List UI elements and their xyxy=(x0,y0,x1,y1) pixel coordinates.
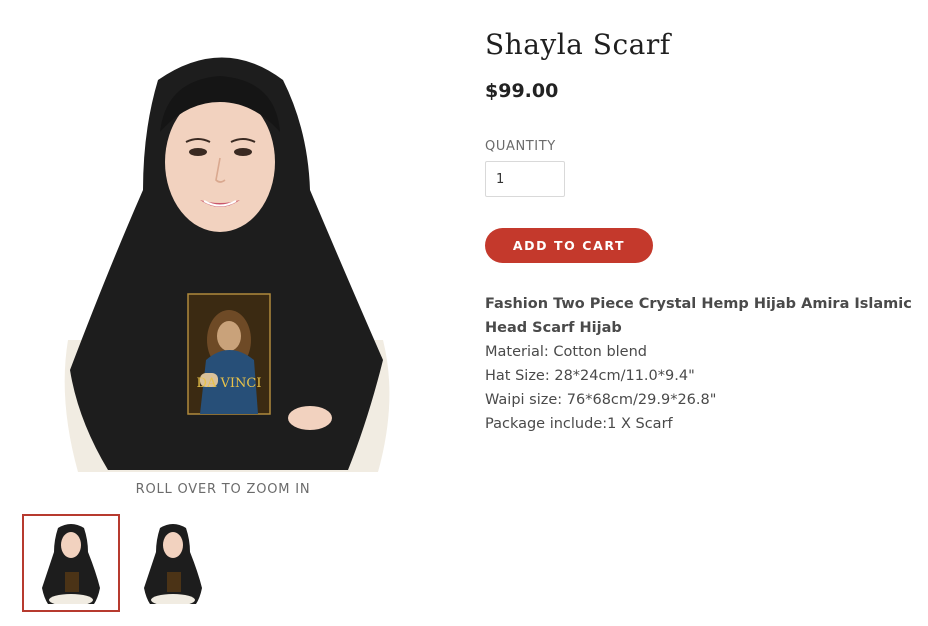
product-price: $99.00 xyxy=(485,80,559,102)
zoom-hint: ROLL OVER TO ZOOM IN xyxy=(135,482,311,497)
quantity-input[interactable] xyxy=(485,161,565,197)
description-line: Material: Cotton blend xyxy=(485,344,647,360)
product-media: DA VINCI ROLL OVER TO ZOOM IN xyxy=(0,0,460,626)
description-title: Fashion Two Piece Crystal Hemp Hijab Ami… xyxy=(485,296,912,336)
quantity-label: QUANTITY xyxy=(485,139,556,154)
thumbnail-1[interactable] xyxy=(22,514,120,612)
product-description: Fashion Two Piece Crystal Hemp Hijab Ami… xyxy=(485,292,925,436)
description-line: Waipi size: 76*68cm/29.9*26.8" xyxy=(485,392,717,408)
product-title: Shayla Scarf xyxy=(485,28,671,61)
thumbnail-2[interactable] xyxy=(124,514,222,612)
print-text: DA VINCI xyxy=(197,376,262,391)
description-line: Hat Size: 28*24cm/11.0*9.4" xyxy=(485,368,695,384)
product-main-image[interactable]: DA VINCI xyxy=(48,40,398,472)
description-line: Package include:1 X Scarf xyxy=(485,416,673,432)
add-to-cart-button[interactable]: ADD TO CART xyxy=(485,228,653,263)
